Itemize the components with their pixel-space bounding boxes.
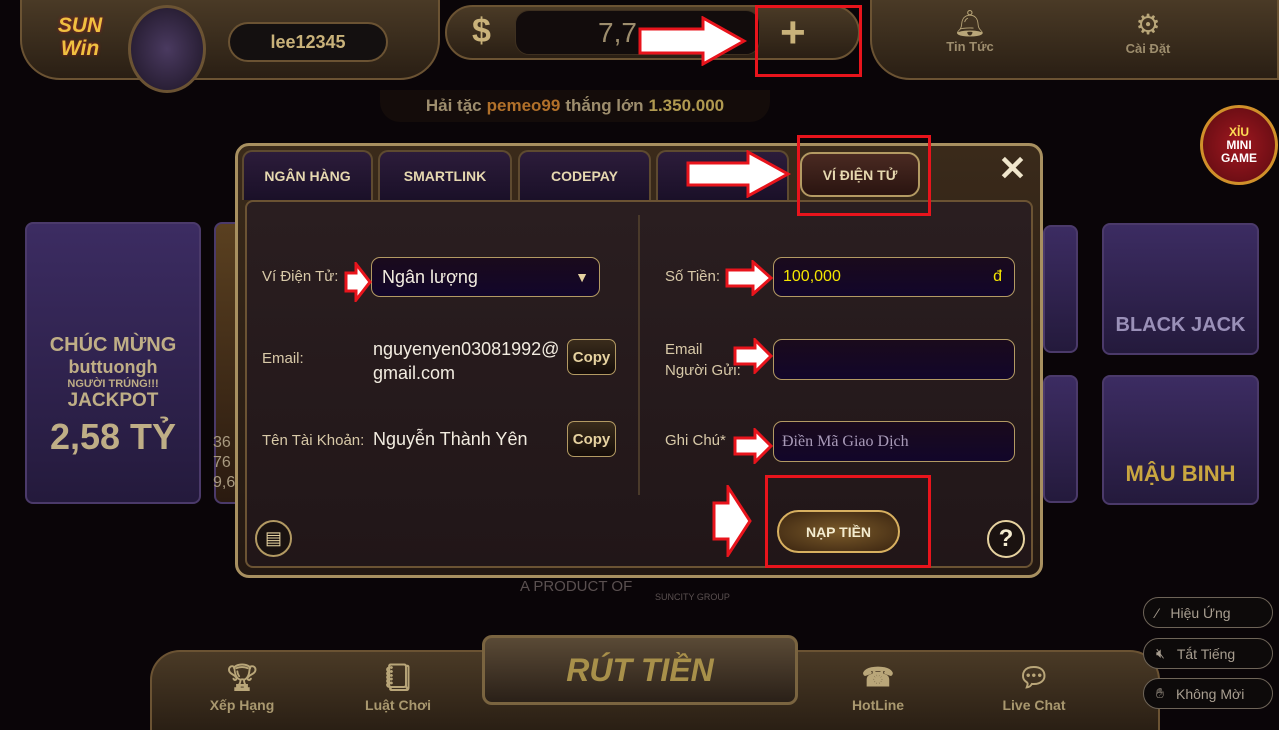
sender-email-input[interactable] <box>773 339 1015 380</box>
nav-live-chat[interactable]: 💬︎ Live Chat <box>974 662 1094 713</box>
balance-value: 7,7 <box>598 16 637 48</box>
highlight-vi-dien-tu-tab <box>797 135 931 216</box>
annotation-arrow-note <box>733 428 773 464</box>
close-icon: ✕ <box>998 150 1027 188</box>
withdraw-button[interactable]: RÚT TIỀN <box>482 635 798 705</box>
game-card-partial-right-2[interactable] <box>1043 375 1078 503</box>
question-icon[interactable]: ? <box>987 520 1025 558</box>
highlight-plus-button <box>755 5 862 77</box>
marquee-amount: 1.350.000 <box>648 96 725 115</box>
email-value: nguyenyen03081992@ gmail.com <box>373 339 560 383</box>
mute-toggle[interactable]: 🔇︎ Tắt Tiếng <box>1143 638 1273 669</box>
copy-account-button[interactable]: Copy <box>567 421 616 457</box>
marquee-player: pemeo99 <box>486 96 561 115</box>
jackpot-line4: JACKPOT <box>67 390 159 411</box>
tab-codepay[interactable]: CODEPAY <box>518 150 651 200</box>
bell-icon: 🔔︎ <box>953 8 987 38</box>
note-input[interactable]: Điền Mã Giao Dịch <box>773 421 1015 462</box>
withdraw-label: RÚT TIỀN <box>566 651 714 688</box>
product-of-text: A PRODUCT OF SUNCITY GROUP <box>520 578 730 602</box>
document-icon[interactable]: ▤ <box>255 520 292 557</box>
annotation-arrow-plus <box>638 16 748 66</box>
blackjack-title: BLACK JACK <box>1115 314 1246 336</box>
jackpot-winner: buttuongh <box>68 357 158 377</box>
account-name-value: Nguyễn Thành Yên <box>373 429 528 449</box>
mini-game-line2: MINI <box>1226 137 1252 152</box>
note-label: Ghi Chú* <box>665 432 726 449</box>
wallet-dropdown[interactable]: Ngân lượng ▼ <box>371 257 600 297</box>
dollar-icon: $ <box>472 12 491 50</box>
sender-email-label: Email Người Gửi: <box>665 341 741 379</box>
email-label: Email: <box>262 350 304 367</box>
tab-smartlink[interactable]: SMARTLINK <box>378 150 512 200</box>
username: lee12345 <box>270 31 346 52</box>
jackpot-line1: CHÚC MỪNG <box>49 334 177 356</box>
mute-icon: 🔇︎ <box>1156 645 1165 661</box>
annotation-arrow-tab <box>686 150 792 198</box>
marquee-middle: thắng lớn <box>565 96 644 115</box>
nav-rules[interactable]: 📒︎ Luật Chơi <box>338 662 458 713</box>
close-button[interactable]: ✕ <box>985 148 1040 190</box>
settings-label: Cài Đặt <box>1125 41 1171 56</box>
game-card-partial-right[interactable] <box>1043 225 1078 353</box>
jackpot-banner[interactable]: CHÚC MỪNG buttuongh NGƯỜI TRÚNG!!! JACKP… <box>25 222 201 504</box>
effects-toggle[interactable]: ⁄ Hiệu Ứng <box>1143 597 1273 628</box>
nav-leaderboard[interactable]: 🏆︎ Xếp Hạng <box>182 662 302 713</box>
mini-game-button[interactable]: XỈU MINI GAME <box>1200 105 1278 185</box>
rules-book-icon: 📒︎ <box>381 662 415 692</box>
marquee-prefix: Hải tặc <box>425 96 482 115</box>
mau-binh-game-card[interactable]: MẬU BINH <box>1102 375 1259 505</box>
jackpot-amount: 2,58 TỶ <box>49 416 177 457</box>
tab-ngan-hang[interactable]: NGÂN HÀNG <box>242 150 373 200</box>
logo: SUN Win <box>57 14 103 60</box>
wallet-label: Ví Điện Tử: <box>262 268 339 285</box>
annotation-arrow-submit <box>712 485 752 557</box>
annotation-arrow-sender <box>733 338 773 374</box>
hand-icon: ✋︎ <box>1156 685 1164 701</box>
username-display: lee12345 <box>228 22 388 62</box>
nav-hotline[interactable]: ☎ HotLine <box>818 662 938 713</box>
amount-input[interactable]: 100,000 đ <box>773 257 1015 297</box>
chevron-down-icon: ▼ <box>575 269 589 285</box>
win-marquee: Hải tặc pemeo99 thắng lớn 1.350.000 <box>380 90 770 122</box>
no-invite-toggle[interactable]: ✋︎ Không Mời <box>1143 678 1273 709</box>
magic-wand-icon: ⁄ <box>1156 604 1159 621</box>
avatar[interactable] <box>128 5 206 93</box>
currency-symbol: đ <box>993 268 1002 285</box>
mau-binh-title: MẬU BINH <box>1125 461 1236 486</box>
partial-numbers: 36 76 9,6 <box>213 434 236 491</box>
highlight-submit-button <box>765 475 931 568</box>
panel-divider <box>638 215 640 495</box>
jackpot-line3: NGƯỜI TRÚNG!!! <box>67 378 159 390</box>
mini-game-line1: XỈU <box>1228 124 1249 139</box>
annotation-arrow-amount <box>725 260 773 296</box>
mini-game-line3: GAME <box>1221 150 1257 165</box>
news-label: Tin Tức <box>946 39 994 54</box>
amount-value: 100,000 <box>783 268 841 285</box>
gear-icon: ⚙ <box>1135 9 1161 40</box>
chat-icon: 💬︎ <box>1017 662 1051 692</box>
news-button[interactable]: 🔔︎ Tin Tức <box>925 8 1015 54</box>
phone-icon: ☎ <box>861 662 895 692</box>
wallet-selected: Ngân lượng <box>382 266 478 287</box>
settings-button[interactable]: ⚙ Cài Đặt <box>1103 8 1193 56</box>
amount-label: Số Tiền: <box>665 268 721 285</box>
blackjack-game-card[interactable]: BLACK JACK <box>1102 223 1259 355</box>
copy-email-button[interactable]: Copy <box>567 339 616 375</box>
trophy-icon: 🏆︎ <box>225 662 259 692</box>
account-name-label: Tên Tài Khoản: <box>262 432 365 449</box>
annotation-arrow-wallet <box>344 262 372 302</box>
note-placeholder: Điền Mã Giao Dịch <box>782 432 909 450</box>
